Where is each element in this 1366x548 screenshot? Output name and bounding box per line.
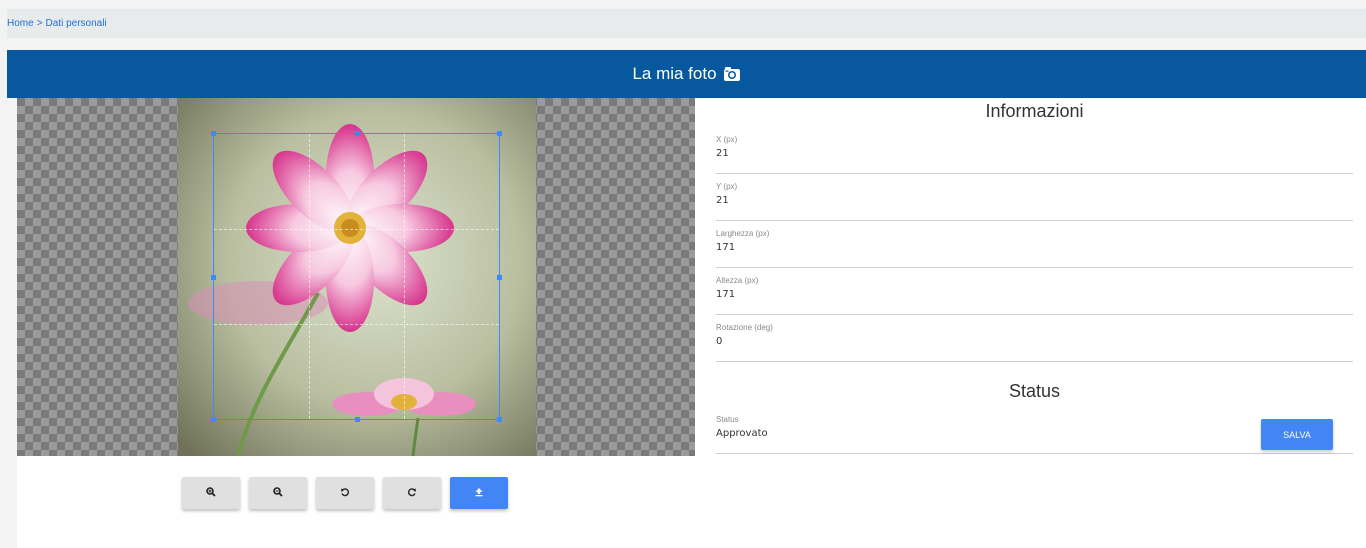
crop-box[interactable] [211,131,502,422]
crop-handle-right[interactable] [497,275,502,280]
status-field-label: Status [716,415,739,424]
rotate-right-button[interactable] [383,477,441,509]
page-title: La mia foto [632,64,717,83]
crop-guide [214,323,499,325]
info-panel: Informazioni X (px) 21 Y (px) 21 Larghez… [716,98,1353,454]
crop-guide [214,228,499,230]
zoom-out-button[interactable] [249,477,307,509]
status-field-value[interactable]: Approvato [716,428,1353,439]
page-header: La mia foto [7,50,1366,98]
x-field[interactable]: X (px) 21 [716,127,1353,174]
crop-guide [308,134,310,419]
rotation-field-label: Rotazione (deg) [716,323,773,332]
width-field-label: Larghezza (px) [716,229,770,238]
breadcrumb: Home > Dati personali [7,9,1366,38]
height-field-value[interactable]: 171 [716,289,1353,300]
save-button[interactable]: SALVA [1261,419,1333,450]
rotate-left-button[interactable] [316,477,374,509]
page: Home > Dati personali La mia foto Inform… [0,0,1366,548]
breadcrumb-home-link[interactable]: Home [7,18,34,29]
y-field-label: Y (px) [716,182,738,191]
breadcrumb-separator: > [36,18,43,29]
width-field[interactable]: Larghezza (px) 171 [716,221,1353,268]
rotation-field-value[interactable]: 0 [716,336,1353,347]
info-section-title: Informazioni [985,101,1084,121]
status-field[interactable]: Status Approvato [716,407,1353,454]
crop-handle-bottom-right[interactable] [497,417,502,422]
main-content: Informazioni X (px) 21 Y (px) 21 Larghez… [17,98,1366,548]
rotation-field[interactable]: Rotazione (deg) 0 [716,315,1353,362]
rotate-left-icon [340,486,350,500]
x-field-label: X (px) [716,135,738,144]
x-field-value[interactable]: 21 [716,148,1353,159]
camera-icon [723,66,741,82]
zoom-in-icon [206,486,216,500]
width-field-value[interactable]: 171 [716,242,1353,253]
crop-handle-top[interactable] [355,131,360,136]
y-field-value[interactable]: 21 [716,195,1353,206]
crop-handle-bottom-left[interactable] [211,417,216,422]
y-field[interactable]: Y (px) 21 [716,174,1353,221]
upload-button[interactable] [450,477,508,509]
zoom-out-icon [273,486,283,500]
crop-handle-top-right[interactable] [497,131,502,136]
upload-icon [474,486,484,500]
crop-handle-top-left[interactable] [211,131,216,136]
height-field-label: Altezza (px) [716,276,759,285]
breadcrumb-current-link[interactable]: Dati personali [46,18,107,29]
height-field[interactable]: Altezza (px) 171 [716,268,1353,315]
status-section-title: Status [1008,381,1061,401]
zoom-in-button[interactable] [182,477,240,509]
cropper-toolbar [182,477,508,509]
crop-handle-bottom[interactable] [355,417,360,422]
image-cropper[interactable] [17,98,695,456]
crop-guide [403,134,405,419]
crop-handle-left[interactable] [211,275,216,280]
rotate-right-icon [407,486,417,500]
